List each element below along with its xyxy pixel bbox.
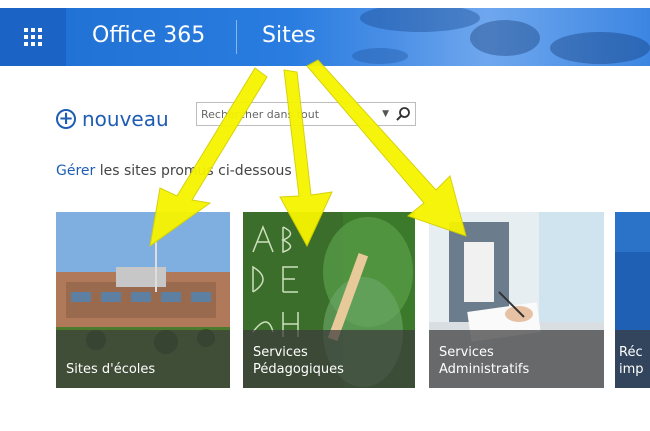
tile-services-administratifs[interactable]: Services Administratifs [429, 212, 604, 388]
manage-sites-text: Gérer les sites promus ci-dessous [56, 163, 292, 179]
tile-label-line2: Administratifs [439, 362, 530, 377]
search-input[interactable] [197, 104, 383, 124]
tile-sites-ecoles[interactable]: Sites d'écoles [56, 212, 230, 388]
arrow-to-administratifs [306, 59, 467, 237]
manage-rest-text: les sites promus ci-dessous [95, 163, 292, 179]
plus-circle-icon: + [56, 109, 76, 129]
app-launcher-icon [24, 28, 42, 46]
app-launcher-button[interactable] [0, 8, 66, 66]
search-box[interactable]: ▼ [196, 102, 416, 126]
tile-label: Réc imp [615, 330, 650, 388]
header-divider [236, 20, 237, 54]
tile-label: Services Administratifs [429, 330, 604, 388]
suite-bar: Office 365 Sites [0, 8, 650, 66]
tile-label: Sites d'écoles [56, 330, 230, 388]
tile-label-line2: Pédagogiques [253, 362, 344, 377]
section-title[interactable]: Sites [262, 22, 316, 50]
tile-label-line1: Services [439, 345, 494, 360]
tile-services-pedagogiques[interactable]: Services Pédagogiques [243, 212, 415, 388]
tile-label-line2: imp [619, 362, 644, 377]
app-title[interactable]: Office 365 [92, 22, 205, 50]
tile-label: Services Pédagogiques [243, 330, 415, 388]
new-button[interactable]: + nouveau [56, 107, 169, 131]
tile-label-line1: Sites d'écoles [66, 362, 156, 377]
manage-link[interactable]: Gérer [56, 163, 95, 179]
search-scope-dropdown-icon[interactable]: ▼ [382, 109, 389, 119]
search-icon[interactable] [395, 106, 411, 122]
new-button-label: nouveau [82, 107, 169, 131]
tile-label-line1: Services [253, 345, 308, 360]
tile-partial[interactable]: Réc imp [615, 212, 650, 388]
tile-label-line1: Réc [619, 345, 643, 360]
